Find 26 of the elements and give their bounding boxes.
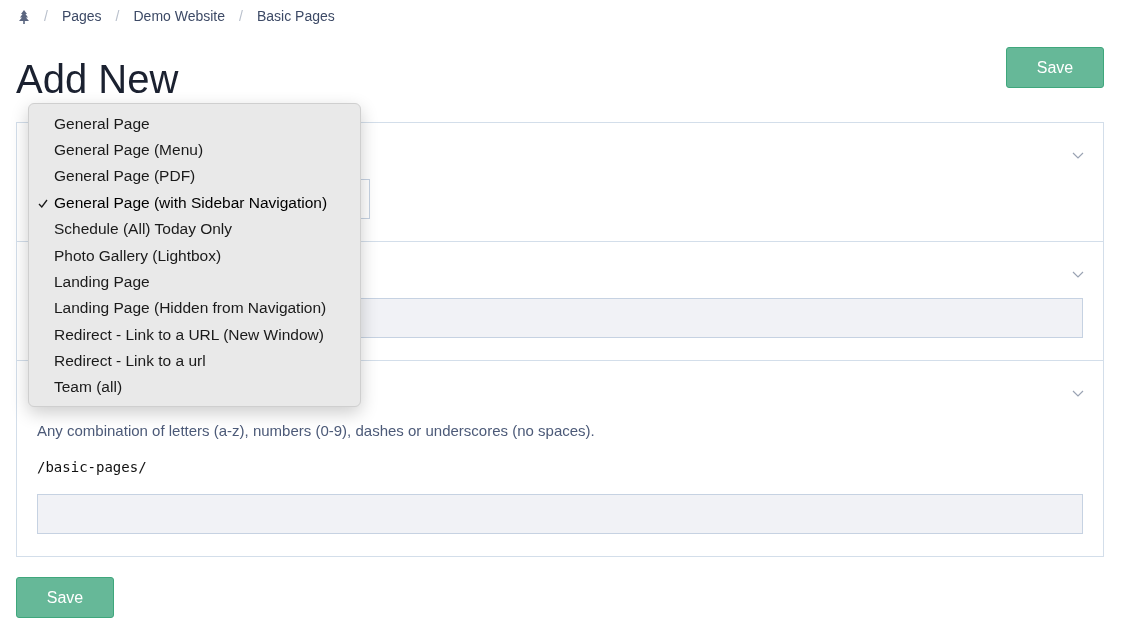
dropdown-option[interactable]: General Page (with Sidebar Navigation): [29, 189, 360, 216]
page-title: Add New: [16, 59, 179, 99]
check-icon: [38, 198, 48, 208]
dropdown-option[interactable]: Landing Page (Hidden from Navigation): [29, 294, 360, 322]
dropdown-option[interactable]: Redirect - Link to a url: [29, 347, 360, 374]
dropdown-option[interactable]: Schedule (All) Today Only: [29, 215, 360, 242]
dropdown-option[interactable]: Landing Page: [29, 268, 360, 295]
tree-icon[interactable]: [18, 9, 30, 24]
dropdown-option[interactable]: Redirect - Link to a URL (New Window): [29, 321, 360, 348]
dropdown-option[interactable]: Team (all): [29, 373, 360, 401]
breadcrumb-separator: /: [239, 7, 243, 26]
breadcrumb-link[interactable]: Pages: [61, 6, 102, 27]
chevron-icon[interactable]: [1072, 390, 1084, 398]
breadcrumb-separator: /: [44, 7, 48, 26]
chevron-icon[interactable]: [1072, 271, 1084, 279]
dropdown-option[interactable]: General Page: [29, 110, 360, 137]
help-text: Any combination of letters (a-z), numbers (0-9), dashes or underscores (no spaces).: [37, 422, 596, 440]
breadcrumb-link[interactable]: Demo Website: [133, 6, 226, 27]
text-field[interactable]: [37, 494, 1083, 534]
dropdown-option[interactable]: Photo Gallery (Lightbox): [29, 241, 360, 269]
dropdown-option[interactable]: General Page (PDF): [29, 162, 360, 190]
dropdown-option[interactable]: General Page (Menu): [29, 136, 360, 163]
breadcrumb-link[interactable]: Basic Pages: [256, 6, 335, 27]
breadcrumb-separator: /: [115, 7, 120, 26]
url-prefix: /basic-pages/: [37, 458, 148, 476]
chevron-icon[interactable]: [1072, 152, 1084, 160]
